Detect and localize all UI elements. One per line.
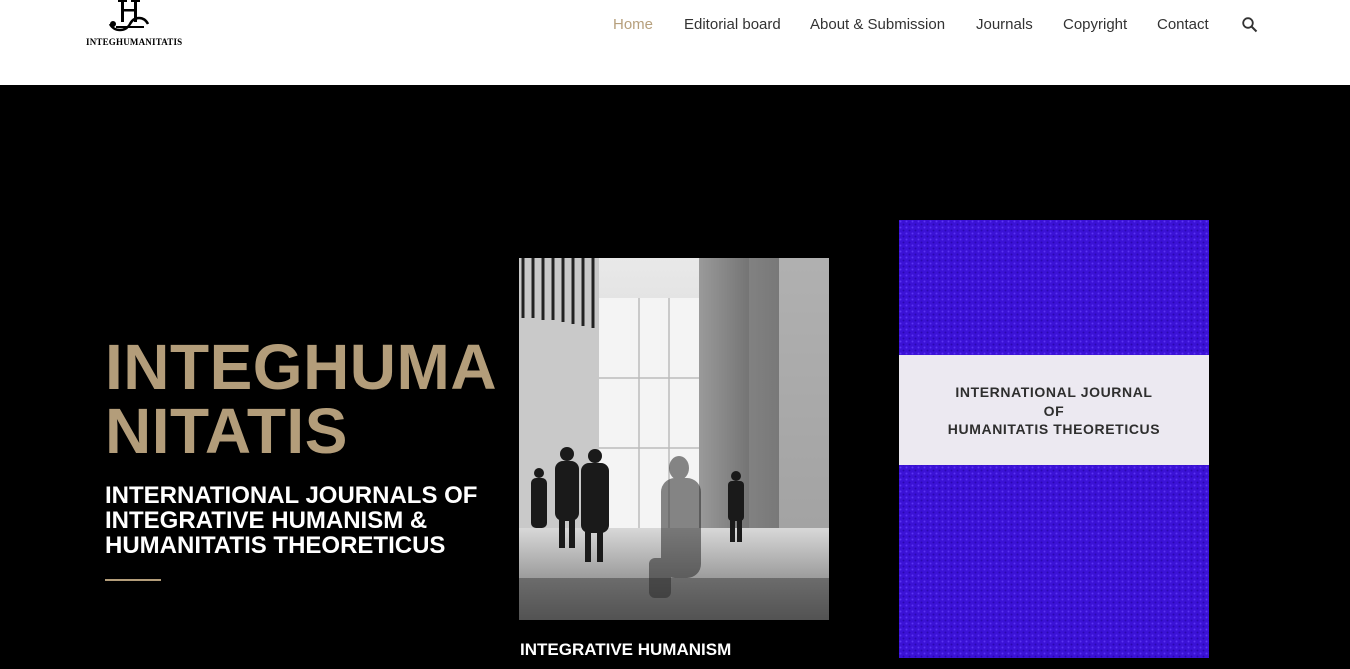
hero-title-line-2: NITATIS [105,395,348,467]
site-header: INTEGHUMANITATIS Home Editorial board Ab… [0,0,1350,85]
logo-text: INTEGHUMANITATIS [86,37,183,47]
main-nav: Home Editorial board About & Submission … [0,16,1350,36]
cover-title: INTERNATIONAL JOURNAL OF HUMANITATIS THE… [899,383,1209,439]
nav-about-submission[interactable]: About & Submission [810,16,945,33]
humanitatis-theoreticus-cover[interactable]: INTERNATIONAL JOURNAL OF HUMANITATIS THE… [899,220,1209,658]
nav-contact[interactable]: Contact [1157,16,1209,33]
nav-journals[interactable]: Journals [976,16,1033,33]
hero-divider [105,579,161,581]
cover-title-line-2: OF [1043,402,1065,419]
cover-title-band: INTERNATIONAL JOURNAL OF HUMANITATIS THE… [899,355,1209,465]
integrative-humanism-image[interactable] [519,258,829,620]
cover-title-line-1: INTERNATIONAL JOURNAL [955,384,1153,400]
hero-subtitle: INTERNATIONAL JOURNALS OF INTEGRATIVE HU… [105,482,478,559]
integrative-humanism-caption[interactable]: INTEGRATIVE HUMANISM [520,640,731,660]
nav-home[interactable]: Home [613,16,653,33]
search-icon[interactable] [1241,16,1259,34]
hero-section: INTEGHUMA NITATIS INTERNATIONAL JOURNALS… [0,85,1350,669]
cover-title-line-3: HUMANITATIS THEORETICUS [947,421,1161,437]
street-scene-photo [519,258,829,620]
hero-title-line-1: INTEGHUMA [105,331,498,403]
nav-copyright[interactable]: Copyright [1063,16,1127,33]
nav-editorial-board[interactable]: Editorial board [684,16,781,33]
hero-title: INTEGHUMA NITATIS [105,335,505,463]
